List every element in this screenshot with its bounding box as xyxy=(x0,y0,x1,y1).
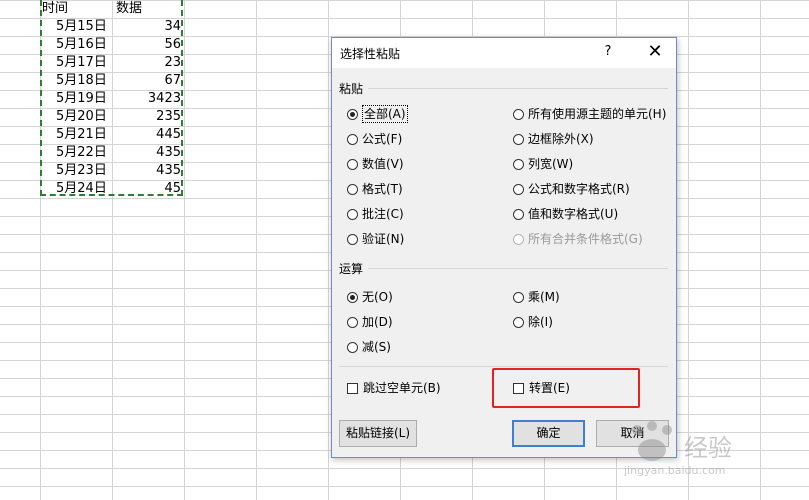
paste-merge-conditional-label: 所有合并条件格式(G) xyxy=(528,232,643,246)
radio-icon xyxy=(513,208,524,220)
paste-except-borders-radio[interactable]: 边框除外(X) xyxy=(513,131,594,147)
operation-divide-label: 除(I) xyxy=(528,315,553,329)
paste-validation-label: 验证(N) xyxy=(362,232,405,246)
radio-icon xyxy=(513,183,524,195)
operation-none-radio[interactable]: 无(O) xyxy=(347,289,393,305)
paste-source-theme-radio[interactable]: 所有使用源主题的单元(H) xyxy=(513,106,666,122)
paste-formulas-radio[interactable]: 公式(F) xyxy=(347,131,402,147)
radio-icon xyxy=(347,133,358,145)
paste-comments-radio[interactable]: 批注(C) xyxy=(347,206,404,222)
paste-column-widths-radio[interactable]: 列宽(W) xyxy=(513,156,573,172)
radio-icon xyxy=(347,233,358,245)
skip-blanks-checkbox[interactable]: 跳过空单元(B) xyxy=(347,380,441,396)
paste-group-divider xyxy=(368,88,668,89)
paste-column-widths-label: 列宽(W) xyxy=(528,157,574,171)
radio-icon xyxy=(513,316,524,328)
watermark-text: 经验 xyxy=(684,434,732,462)
radio-checked-icon xyxy=(347,291,358,303)
operation-group-label: 运算 xyxy=(339,262,364,276)
operation-multiply-radio[interactable]: 乘(M) xyxy=(513,289,560,305)
copy-selection-marquee xyxy=(40,0,183,196)
operation-subtract-radio[interactable]: 减(S) xyxy=(347,339,391,355)
radio-icon xyxy=(513,291,524,303)
paste-values-numbers-radio[interactable]: 值和数字格式(U) xyxy=(513,206,618,222)
operation-divide-radio[interactable]: 除(I) xyxy=(513,314,553,330)
skip-blanks-label: 跳过空单元(B) xyxy=(363,381,441,395)
radio-icon xyxy=(347,341,358,353)
checkbox-icon xyxy=(347,382,358,394)
radio-checked-icon xyxy=(347,108,358,120)
ok-button[interactable]: 确定 xyxy=(512,420,585,447)
radio-icon xyxy=(513,158,524,170)
paste-values-radio[interactable]: 数值(V) xyxy=(347,156,404,172)
paste-formulas-label: 公式(F) xyxy=(362,132,403,146)
radio-icon xyxy=(513,108,524,120)
paste-merge-conditional-radio: 所有合并条件格式(G) xyxy=(513,231,643,247)
operation-group-divider xyxy=(368,268,668,269)
help-button[interactable]: ? xyxy=(600,44,616,62)
paste-values-numbers-label: 值和数字格式(U) xyxy=(528,207,619,221)
operation-add-label: 加(D) xyxy=(362,315,393,329)
paste-formulas-numbers-label: 公式和数字格式(R) xyxy=(528,182,630,196)
paste-validation-radio[interactable]: 验证(N) xyxy=(347,231,404,247)
paste-all-label: 全部(A) xyxy=(362,105,408,123)
options-divider xyxy=(339,366,668,367)
watermark-url: jingyan.baidu.com xyxy=(624,464,726,477)
operation-add-radio[interactable]: 加(D) xyxy=(347,314,393,330)
transpose-highlight-box xyxy=(492,368,640,408)
paste-except-borders-label: 边框除外(X) xyxy=(528,132,594,146)
paste-source-theme-label: 所有使用源主题的单元(H) xyxy=(528,107,667,121)
paste-formats-label: 格式(T) xyxy=(362,182,403,196)
radio-icon xyxy=(347,183,358,195)
paste-group-label: 粘贴 xyxy=(339,82,364,96)
paste-formulas-numbers-radio[interactable]: 公式和数字格式(R) xyxy=(513,181,630,197)
radio-icon xyxy=(513,133,524,145)
radio-icon xyxy=(347,208,358,220)
radio-icon xyxy=(347,316,358,328)
operation-subtract-label: 减(S) xyxy=(362,340,391,354)
dialog-title: 选择性粘贴 xyxy=(340,47,401,61)
operation-none-label: 无(O) xyxy=(362,290,393,304)
paw-logo-icon xyxy=(632,421,672,461)
paste-formats-radio[interactable]: 格式(T) xyxy=(347,181,403,197)
dialog-titlebar[interactable]: 选择性粘贴 ? ✕ xyxy=(332,38,676,68)
paste-link-button[interactable]: 粘贴链接(L) xyxy=(339,420,417,447)
close-button[interactable]: ✕ xyxy=(644,41,666,63)
paste-all-radio[interactable]: 全部(A) xyxy=(347,105,408,123)
radio-disabled-icon xyxy=(513,233,524,245)
operation-multiply-label: 乘(M) xyxy=(528,290,560,304)
baidu-jingyan-watermark: 经验 jingyan.baidu.com xyxy=(622,420,802,480)
paste-comments-label: 批注(C) xyxy=(362,207,404,221)
radio-icon xyxy=(347,158,358,170)
paste-values-label: 数值(V) xyxy=(362,157,404,171)
